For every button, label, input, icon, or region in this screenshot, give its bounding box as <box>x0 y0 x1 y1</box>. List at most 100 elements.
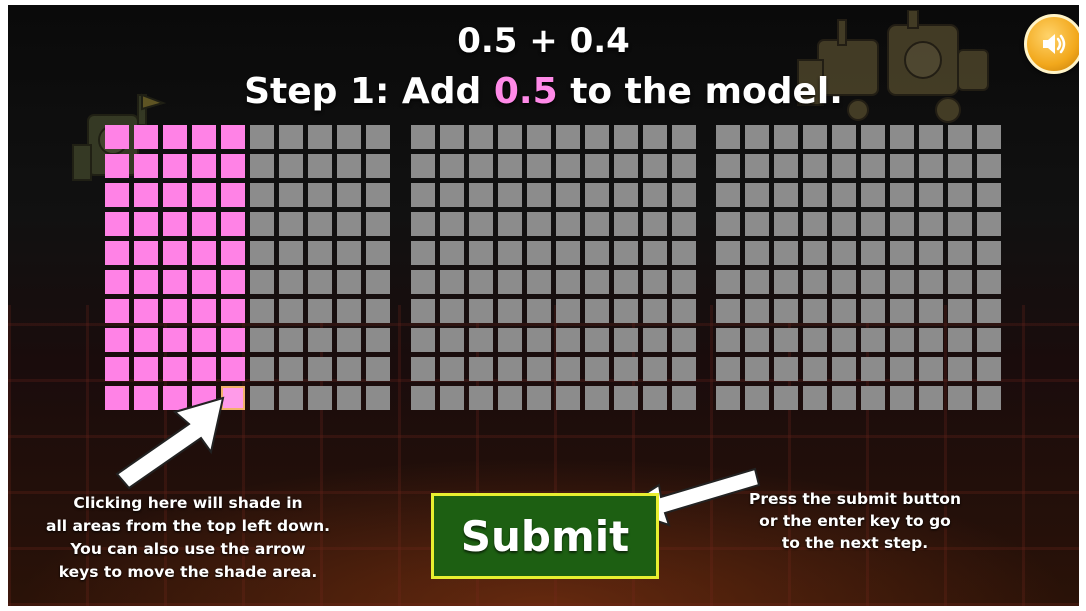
grid-cell[interactable] <box>890 154 914 178</box>
grid-cell[interactable] <box>716 154 740 178</box>
grid-cell[interactable] <box>221 357 245 381</box>
grid-cell[interactable] <box>861 154 885 178</box>
grid-cell[interactable] <box>890 270 914 294</box>
grid-cell[interactable] <box>716 183 740 207</box>
grid-cell[interactable] <box>279 183 303 207</box>
grid-cell[interactable] <box>163 386 187 410</box>
grid-cell[interactable] <box>672 212 696 236</box>
grid-cell[interactable] <box>774 270 798 294</box>
grid-cell[interactable] <box>919 125 943 149</box>
grid-cell[interactable] <box>919 183 943 207</box>
grid-cell[interactable] <box>469 357 493 381</box>
grid-cell[interactable] <box>366 386 390 410</box>
grid-cell[interactable] <box>440 357 464 381</box>
grid-cell[interactable] <box>337 125 361 149</box>
grid-cell[interactable] <box>411 386 435 410</box>
grid-cell[interactable] <box>279 328 303 352</box>
grid-cell[interactable] <box>745 357 769 381</box>
grid-cell[interactable] <box>221 328 245 352</box>
grid-cell[interactable] <box>919 386 943 410</box>
grid-cell[interactable] <box>977 386 1001 410</box>
grid-cell[interactable] <box>672 386 696 410</box>
grid-cell[interactable] <box>469 212 493 236</box>
grid-cell[interactable] <box>745 299 769 323</box>
grid-cell[interactable] <box>614 270 638 294</box>
grid-cell[interactable] <box>890 125 914 149</box>
grid-cell[interactable] <box>643 241 667 265</box>
grid-cell[interactable] <box>469 154 493 178</box>
grid-cell[interactable] <box>716 357 740 381</box>
grid-cell[interactable] <box>440 299 464 323</box>
grid-cell[interactable] <box>134 241 158 265</box>
grid-cell[interactable] <box>134 125 158 149</box>
grid-cell[interactable] <box>832 386 856 410</box>
grid-cell[interactable] <box>948 183 972 207</box>
grid-cell[interactable] <box>672 270 696 294</box>
grid-cell[interactable] <box>279 386 303 410</box>
grid-cell[interactable] <box>250 154 274 178</box>
grid-cell[interactable] <box>832 154 856 178</box>
grid-cell[interactable] <box>279 299 303 323</box>
grid-cell[interactable] <box>585 241 609 265</box>
grid-cell[interactable] <box>134 212 158 236</box>
grid-cell[interactable] <box>745 386 769 410</box>
grid-cell[interactable] <box>192 270 216 294</box>
grid-cell[interactable] <box>105 183 129 207</box>
grid-cell[interactable] <box>556 241 580 265</box>
grid-cell[interactable] <box>556 328 580 352</box>
grid-cell[interactable] <box>250 125 274 149</box>
grid-cell[interactable] <box>469 270 493 294</box>
grid-cell[interactable] <box>890 386 914 410</box>
grid-cell[interactable] <box>643 212 667 236</box>
grid-cell[interactable] <box>192 299 216 323</box>
grid-cell[interactable] <box>919 328 943 352</box>
grid-cell[interactable] <box>585 154 609 178</box>
grid-cell[interactable] <box>134 183 158 207</box>
grid-cell[interactable] <box>134 299 158 323</box>
grid-cell[interactable] <box>803 212 827 236</box>
grid-cell[interactable] <box>614 357 638 381</box>
grid-cell[interactable] <box>556 386 580 410</box>
grid-cell[interactable] <box>774 386 798 410</box>
grid-cell[interactable] <box>614 241 638 265</box>
grid-cell[interactable] <box>221 299 245 323</box>
grid-cell[interactable] <box>366 241 390 265</box>
grid-cell[interactable] <box>977 357 1001 381</box>
grid-cell[interactable] <box>890 299 914 323</box>
grid-cell[interactable] <box>977 328 1001 352</box>
grid-cell[interactable] <box>585 125 609 149</box>
grid-cell[interactable] <box>774 212 798 236</box>
grid-cell[interactable] <box>890 212 914 236</box>
grid-cell[interactable] <box>440 270 464 294</box>
grid-cell[interactable] <box>716 299 740 323</box>
grid-cell[interactable] <box>221 154 245 178</box>
grid-cell[interactable] <box>221 212 245 236</box>
grid-cell[interactable] <box>948 270 972 294</box>
grid-cell[interactable] <box>803 357 827 381</box>
grid-cell[interactable] <box>337 241 361 265</box>
grid-cell[interactable] <box>948 125 972 149</box>
grid-cell[interactable] <box>105 386 129 410</box>
grid-cell[interactable] <box>614 154 638 178</box>
grid-cell[interactable] <box>105 125 129 149</box>
grid-cell[interactable] <box>585 328 609 352</box>
grid-cell[interactable] <box>250 270 274 294</box>
grid-cell[interactable] <box>498 328 522 352</box>
grid-cell[interactable] <box>250 183 274 207</box>
grid-cell[interactable] <box>134 270 158 294</box>
grid-cell[interactable] <box>498 125 522 149</box>
grid-cell[interactable] <box>745 270 769 294</box>
grid-cell[interactable] <box>279 357 303 381</box>
grid-cell[interactable] <box>614 125 638 149</box>
grid-cell[interactable] <box>105 328 129 352</box>
grid-cell[interactable] <box>440 328 464 352</box>
grid-cell[interactable] <box>745 125 769 149</box>
grid-cell[interactable] <box>948 154 972 178</box>
grid-cell[interactable] <box>919 299 943 323</box>
grid-cell[interactable] <box>803 241 827 265</box>
grid-cell[interactable] <box>337 212 361 236</box>
grid-cell[interactable] <box>527 328 551 352</box>
grid-cell[interactable] <box>527 125 551 149</box>
grid-cell[interactable] <box>498 154 522 178</box>
grid-cell[interactable] <box>672 241 696 265</box>
